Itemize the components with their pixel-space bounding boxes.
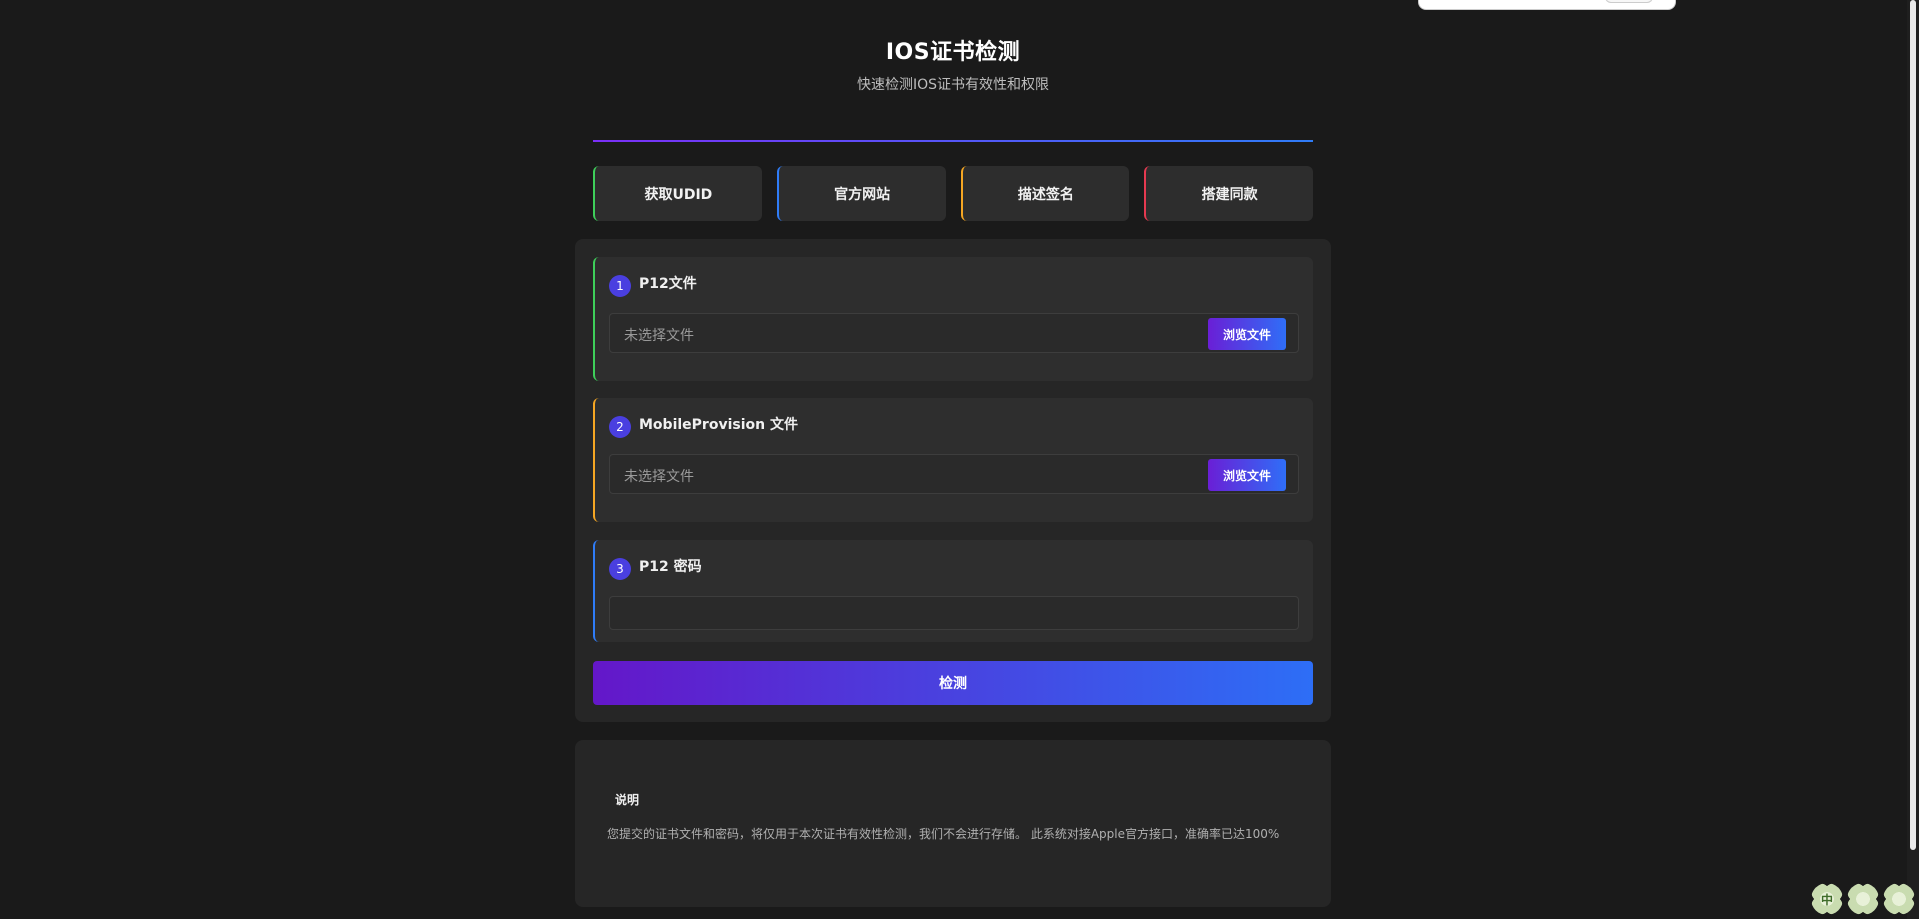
tab-profile-signing[interactable]: 描述签名 bbox=[960, 166, 1130, 221]
section-title: P12 密码 bbox=[639, 559, 702, 575]
page-title: IOS证书检测 bbox=[885, 40, 1021, 65]
info-title: 说明 bbox=[615, 793, 640, 807]
clover-icon[interactable] bbox=[1847, 883, 1879, 915]
info-card: 说明 您提交的证书文件和密码，将仅用于本次证书有效性检测，我们不会进行存储。 此… bbox=[575, 740, 1331, 907]
tab-label: 获取UDID bbox=[644, 186, 713, 203]
header-divider bbox=[593, 140, 1313, 142]
tab-build-same[interactable]: 搭建同款 bbox=[1144, 166, 1313, 221]
section-title: P12文件 bbox=[639, 276, 697, 292]
section-mobileprovision-file: 2 MobileProvision 文件 未选择文件 浏览文件 bbox=[593, 398, 1313, 522]
info-text: 您提交的证书文件和密码，将仅用于本次证书有效性检测，我们不会进行存储。 此系统对… bbox=[607, 827, 1280, 841]
popup-handle bbox=[1605, 0, 1653, 3]
clover-icon[interactable]: 中 bbox=[1811, 883, 1843, 915]
browse-p12-button[interactable]: 浏览文件 bbox=[1208, 318, 1286, 350]
step-badge: 2 bbox=[609, 416, 631, 438]
file-status-text: 未选择文件 bbox=[624, 469, 694, 485]
page-scrollbar[interactable] bbox=[1907, 0, 1919, 919]
p12-password-input[interactable] bbox=[609, 596, 1299, 630]
page-subtitle: 快速检测IOS证书有效性和权限 bbox=[856, 77, 1050, 93]
tab-label: 官方网站 bbox=[834, 186, 891, 203]
page-header: IOS证书检测 快速检测IOS证书有效性和权限 bbox=[593, 34, 1313, 94]
tab-get-udid[interactable]: 获取UDID bbox=[593, 166, 762, 221]
nav-tabs: 获取UDID 官方网站 描述签名 搭建同款 bbox=[593, 166, 1313, 221]
browser-popup bbox=[1418, 0, 1676, 10]
check-form-card: 1 P12文件 未选择文件 浏览文件 2 MobileProvision 文件 … bbox=[575, 239, 1331, 722]
file-status-text: 未选择文件 bbox=[624, 328, 694, 344]
clover-label: 中 bbox=[1820, 892, 1833, 907]
step-badge: 1 bbox=[609, 275, 631, 297]
browse-mobileprovision-button[interactable]: 浏览文件 bbox=[1208, 459, 1286, 491]
floating-widget[interactable]: 中 bbox=[1811, 883, 1915, 915]
step-badge: 3 bbox=[609, 558, 631, 580]
tab-label: 搭建同款 bbox=[1201, 186, 1258, 203]
tab-label: 描述签名 bbox=[1017, 186, 1074, 203]
clover-icon[interactable] bbox=[1883, 883, 1915, 915]
check-button[interactable]: 检测 bbox=[593, 661, 1313, 705]
mobileprovision-file-input[interactable]: 未选择文件 浏览文件 bbox=[609, 454, 1299, 494]
tab-official-site[interactable]: 官方网站 bbox=[776, 166, 946, 221]
p12-file-input[interactable]: 未选择文件 浏览文件 bbox=[609, 313, 1299, 353]
section-p12-file: 1 P12文件 未选择文件 浏览文件 bbox=[593, 257, 1313, 381]
section-p12-password: 3 P12 密码 bbox=[593, 540, 1313, 642]
scrollbar-thumb[interactable] bbox=[1910, 0, 1916, 850]
section-title: MobileProvision 文件 bbox=[639, 417, 798, 433]
